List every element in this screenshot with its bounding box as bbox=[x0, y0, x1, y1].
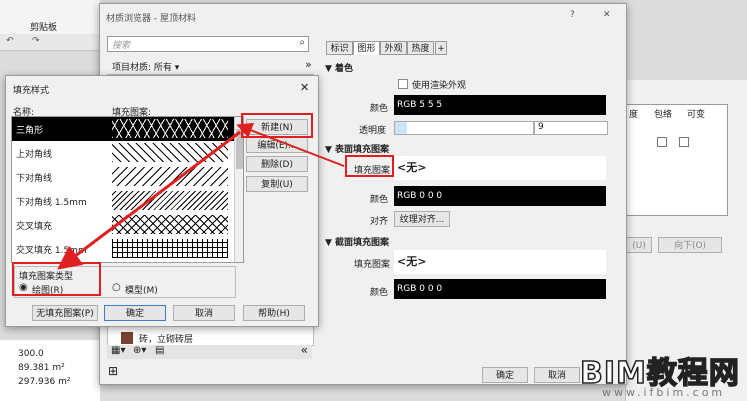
material-list-item[interactable]: 砖，立砌砖层 bbox=[107, 332, 312, 345]
pattern-row[interactable]: 交叉填充 1.5mm bbox=[12, 237, 234, 261]
pattern-preview bbox=[112, 191, 228, 210]
tab-identity[interactable]: 标识 bbox=[326, 41, 353, 55]
transparency-label: 透明度 bbox=[359, 126, 387, 136]
value-length: 300.0 bbox=[18, 349, 44, 359]
edit-pattern-button[interactable]: 编辑(E)... bbox=[246, 137, 308, 153]
clipboard-panel-label: 剪贴板 bbox=[30, 23, 58, 33]
surface-color-label: 颜色 bbox=[370, 195, 389, 205]
ribbon-strip: 剪贴板 bbox=[0, 0, 100, 35]
col-header-wrap: 包络 bbox=[654, 110, 673, 120]
search-icon: ⌕ bbox=[299, 37, 305, 48]
tab-add[interactable]: + bbox=[435, 41, 447, 55]
fill-ok-button[interactable]: 确定 bbox=[104, 305, 166, 321]
transparency-slider[interactable] bbox=[394, 121, 534, 135]
close-button[interactable]: ✕ bbox=[603, 10, 611, 20]
tab-graphics[interactable]: 图形 bbox=[353, 41, 380, 55]
brick-swatch bbox=[121, 332, 133, 344]
pattern-list: 三角形 上对角线 下对角线 下对角线 1.5mm 交叉填充 交叉填充 1.5mm bbox=[11, 116, 244, 263]
search-input[interactable]: 搜索 ⌕ bbox=[107, 36, 309, 52]
graphics-panel: ▼ 着色 使用渲染外观 颜色 RGB 5 5 5 透明度 9 ▼ 表面填充图案 … bbox=[322, 55, 612, 360]
value-area: 89.381 m² bbox=[18, 363, 65, 373]
dialog-title: 填充样式 bbox=[13, 86, 50, 96]
wrap-checkbox[interactable] bbox=[657, 137, 667, 147]
cut-color-label: 颜色 bbox=[370, 288, 389, 298]
redo-icon[interactable]: ↷ bbox=[32, 36, 40, 46]
material-ok-button[interactable]: 确定 bbox=[482, 367, 528, 383]
pattern-row[interactable]: 下对角线 bbox=[12, 165, 234, 189]
pattern-preview bbox=[112, 119, 228, 138]
left-toolbar: ↶ ↷ bbox=[0, 34, 100, 51]
window-title: 材质浏览器 - 屋顶材料 bbox=[106, 14, 196, 24]
undo-icon[interactable]: ↶ bbox=[6, 36, 14, 46]
highlight-pattern-type bbox=[12, 262, 101, 296]
highlight-new-button bbox=[241, 113, 313, 138]
pattern-preview bbox=[112, 143, 228, 162]
up-button[interactable]: (U) bbox=[626, 237, 652, 253]
texture-alignment-button[interactable]: 纹理对齐... bbox=[394, 211, 450, 227]
highlight-pattern-label bbox=[345, 155, 394, 177]
dialog-close-button[interactable]: ✕ bbox=[300, 81, 309, 94]
cut-pattern-label: 填充图案 bbox=[354, 260, 391, 270]
material-cancel-button[interactable]: 取消 bbox=[534, 367, 580, 383]
asset-browser-icon[interactable]: ⊞ bbox=[108, 364, 118, 378]
watermark-url: www.ifbim.com bbox=[602, 386, 726, 399]
left-properties: 300.0 89.381 m² 297.936 m² bbox=[0, 340, 100, 401]
surface-color-swatch[interactable]: RGB 0 0 0 bbox=[394, 186, 606, 206]
pattern-row[interactable]: 三角形 bbox=[12, 117, 234, 141]
transparency-input[interactable]: 9 bbox=[534, 121, 608, 135]
col-header-variable: 可变 bbox=[687, 110, 706, 120]
use-render-checkbox[interactable] bbox=[398, 79, 408, 89]
pattern-row[interactable]: 交叉填充 bbox=[12, 213, 234, 237]
tab-thermal[interactable]: 热度 bbox=[407, 41, 434, 55]
pattern-row[interactable]: 上对角线 bbox=[12, 141, 234, 165]
alignment-label: 对齐 bbox=[370, 217, 389, 227]
cut-pattern-header[interactable]: ▼ 截面填充图案 bbox=[325, 235, 389, 248]
delete-pattern-button[interactable]: 删除(D) bbox=[246, 156, 308, 172]
no-fill-button[interactable]: 无填充图案(P) bbox=[32, 305, 98, 321]
search-placeholder: 搜索 bbox=[112, 41, 131, 51]
project-materials-filter[interactable]: 项目材质: 所有 ▾ bbox=[112, 60, 179, 73]
variable-checkbox[interactable] bbox=[679, 137, 689, 147]
col-header-thickness: 度 bbox=[629, 110, 639, 120]
help-button[interactable]: ? bbox=[570, 10, 575, 20]
material-item-label: 砖，立砌砖层 bbox=[139, 335, 194, 345]
shading-color-swatch[interactable]: RGB 5 5 5 bbox=[394, 95, 606, 115]
list-scrollbar[interactable] bbox=[234, 117, 243, 262]
transparency-slider-fill bbox=[395, 122, 408, 134]
radio-model-label: 模型(M) bbox=[125, 286, 158, 296]
tab-appearance[interactable]: 外观 bbox=[380, 41, 407, 55]
surface-pattern-value[interactable]: <无> bbox=[394, 156, 606, 180]
library-icon[interactable]: ▦▾ bbox=[111, 345, 125, 356]
down-button[interactable]: 向下(O) bbox=[658, 237, 722, 253]
use-render-label: 使用渲染外观 bbox=[412, 81, 467, 91]
pattern-preview bbox=[112, 215, 228, 234]
bg-table: 度 包络 可变 bbox=[626, 104, 728, 216]
value-volume: 297.936 m² bbox=[18, 377, 71, 387]
pattern-preview bbox=[112, 239, 228, 258]
library-toolbar: ▦▾ ⊕▾ ▤ « bbox=[107, 343, 312, 359]
pattern-row[interactable]: 下对角线 1.5mm bbox=[12, 189, 234, 213]
transparency-value: 9 bbox=[538, 122, 544, 132]
collapse-icon[interactable]: « bbox=[301, 343, 308, 357]
watermark: BIM教程网 www.ifbim.com bbox=[579, 352, 745, 400]
expand-icon[interactable]: » bbox=[305, 58, 312, 71]
copy-pattern-button[interactable]: 复制(U) bbox=[246, 176, 308, 192]
color-label: 颜色 bbox=[370, 104, 389, 114]
cut-color-swatch[interactable]: RGB 0 0 0 bbox=[394, 279, 606, 299]
cut-pattern-value[interactable]: <无> bbox=[394, 250, 606, 274]
pattern-preview bbox=[112, 167, 228, 186]
add-icon[interactable]: ⊕▾ bbox=[133, 345, 146, 356]
coloring-header[interactable]: ▼ 着色 bbox=[325, 61, 353, 74]
panel-icon[interactable]: ▤ bbox=[155, 345, 164, 356]
radio-model[interactable]: ○ bbox=[112, 282, 121, 293]
fill-cancel-button[interactable]: 取消 bbox=[173, 305, 235, 321]
fill-help-button[interactable]: 帮助(H) bbox=[243, 305, 305, 321]
surface-pattern-header[interactable]: ▼ 表面填充图案 bbox=[325, 142, 389, 155]
